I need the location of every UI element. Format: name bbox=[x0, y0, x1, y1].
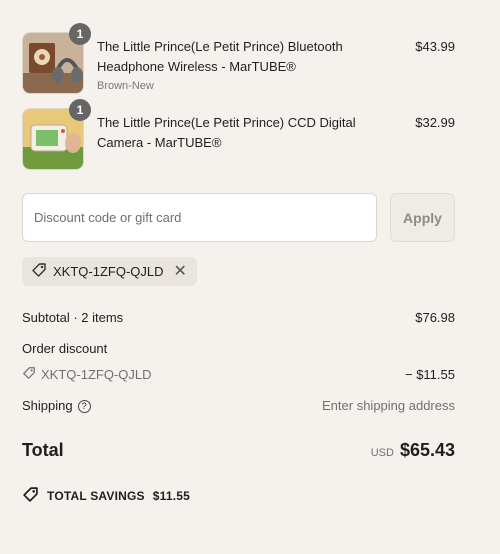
savings-value: $11.55 bbox=[152, 489, 190, 503]
order-discount-row: Order discount bbox=[22, 341, 455, 356]
total-amount-group: USD $65.43 bbox=[371, 440, 455, 461]
quantity-badge: 1 bbox=[69, 23, 91, 45]
order-discount-code-row: XKTQ-1ZFQ-QJLD − $11.55 bbox=[22, 366, 455, 383]
subtotal-label: Subtotal · 2 items bbox=[22, 310, 124, 325]
order-discount-code-text: XKTQ-1ZFQ-QJLD bbox=[41, 367, 152, 382]
product-name: The Little Prince(Le Petit Prince) CCD D… bbox=[97, 115, 356, 150]
order-discount-label: Order discount bbox=[22, 341, 108, 356]
applied-code-text: XKTQ-1ZFQ-QJLD bbox=[53, 264, 164, 279]
total-currency: USD bbox=[370, 447, 394, 459]
product-name: The Little Prince(Le Petit Prince) Bluet… bbox=[97, 39, 343, 74]
apply-discount-button[interactable]: Apply bbox=[390, 193, 455, 242]
order-discount-code: XKTQ-1ZFQ-QJLD bbox=[22, 366, 152, 383]
product-variant: Brown-New bbox=[97, 80, 154, 92]
shipping-label-group: Shipping? bbox=[22, 398, 91, 413]
product-price: $43.99 bbox=[415, 39, 455, 54]
discount-code-input[interactable] bbox=[22, 193, 377, 242]
applied-discount-chip: XKTQ-1ZFQ-QJLD ✕ bbox=[22, 257, 197, 286]
product-title: The Little Prince(Le Petit Prince) Bluet… bbox=[97, 37, 367, 95]
tag-icon bbox=[31, 262, 47, 281]
total-savings: TOTAL SAVINGS $11.55 bbox=[22, 486, 190, 506]
savings-tag-icon bbox=[22, 486, 39, 506]
info-icon[interactable]: ? bbox=[77, 400, 91, 413]
order-discount-value: − $11.55 bbox=[404, 367, 455, 382]
total-row: Total USD $65.43 bbox=[22, 440, 455, 461]
remove-code-icon[interactable]: ✕ bbox=[174, 263, 187, 280]
total-value: $65.43 bbox=[399, 440, 455, 460]
product-title: The Little Prince(Le Petit Prince) CCD D… bbox=[97, 113, 367, 153]
line-item: 1 The Little Prince(Le Petit Prince) Blu… bbox=[22, 23, 455, 95]
product-price: $32.99 bbox=[415, 115, 455, 130]
shipping-value: Enter shipping address bbox=[322, 398, 455, 413]
total-label: Total bbox=[22, 440, 64, 460]
quantity-badge: 1 bbox=[69, 99, 91, 121]
subtotal-row: Subtotal · 2 items $76.98 bbox=[22, 310, 455, 325]
shipping-row: Shipping? Enter shipping address bbox=[22, 398, 455, 413]
line-item: 1 The Little Prince(Le Petit Prince) CCD… bbox=[22, 99, 455, 170]
savings-label: TOTAL SAVINGS bbox=[47, 489, 145, 503]
tag-icon bbox=[22, 366, 36, 383]
subtotal-value: $76.98 bbox=[415, 310, 455, 325]
shipping-label: Shipping bbox=[22, 398, 73, 413]
